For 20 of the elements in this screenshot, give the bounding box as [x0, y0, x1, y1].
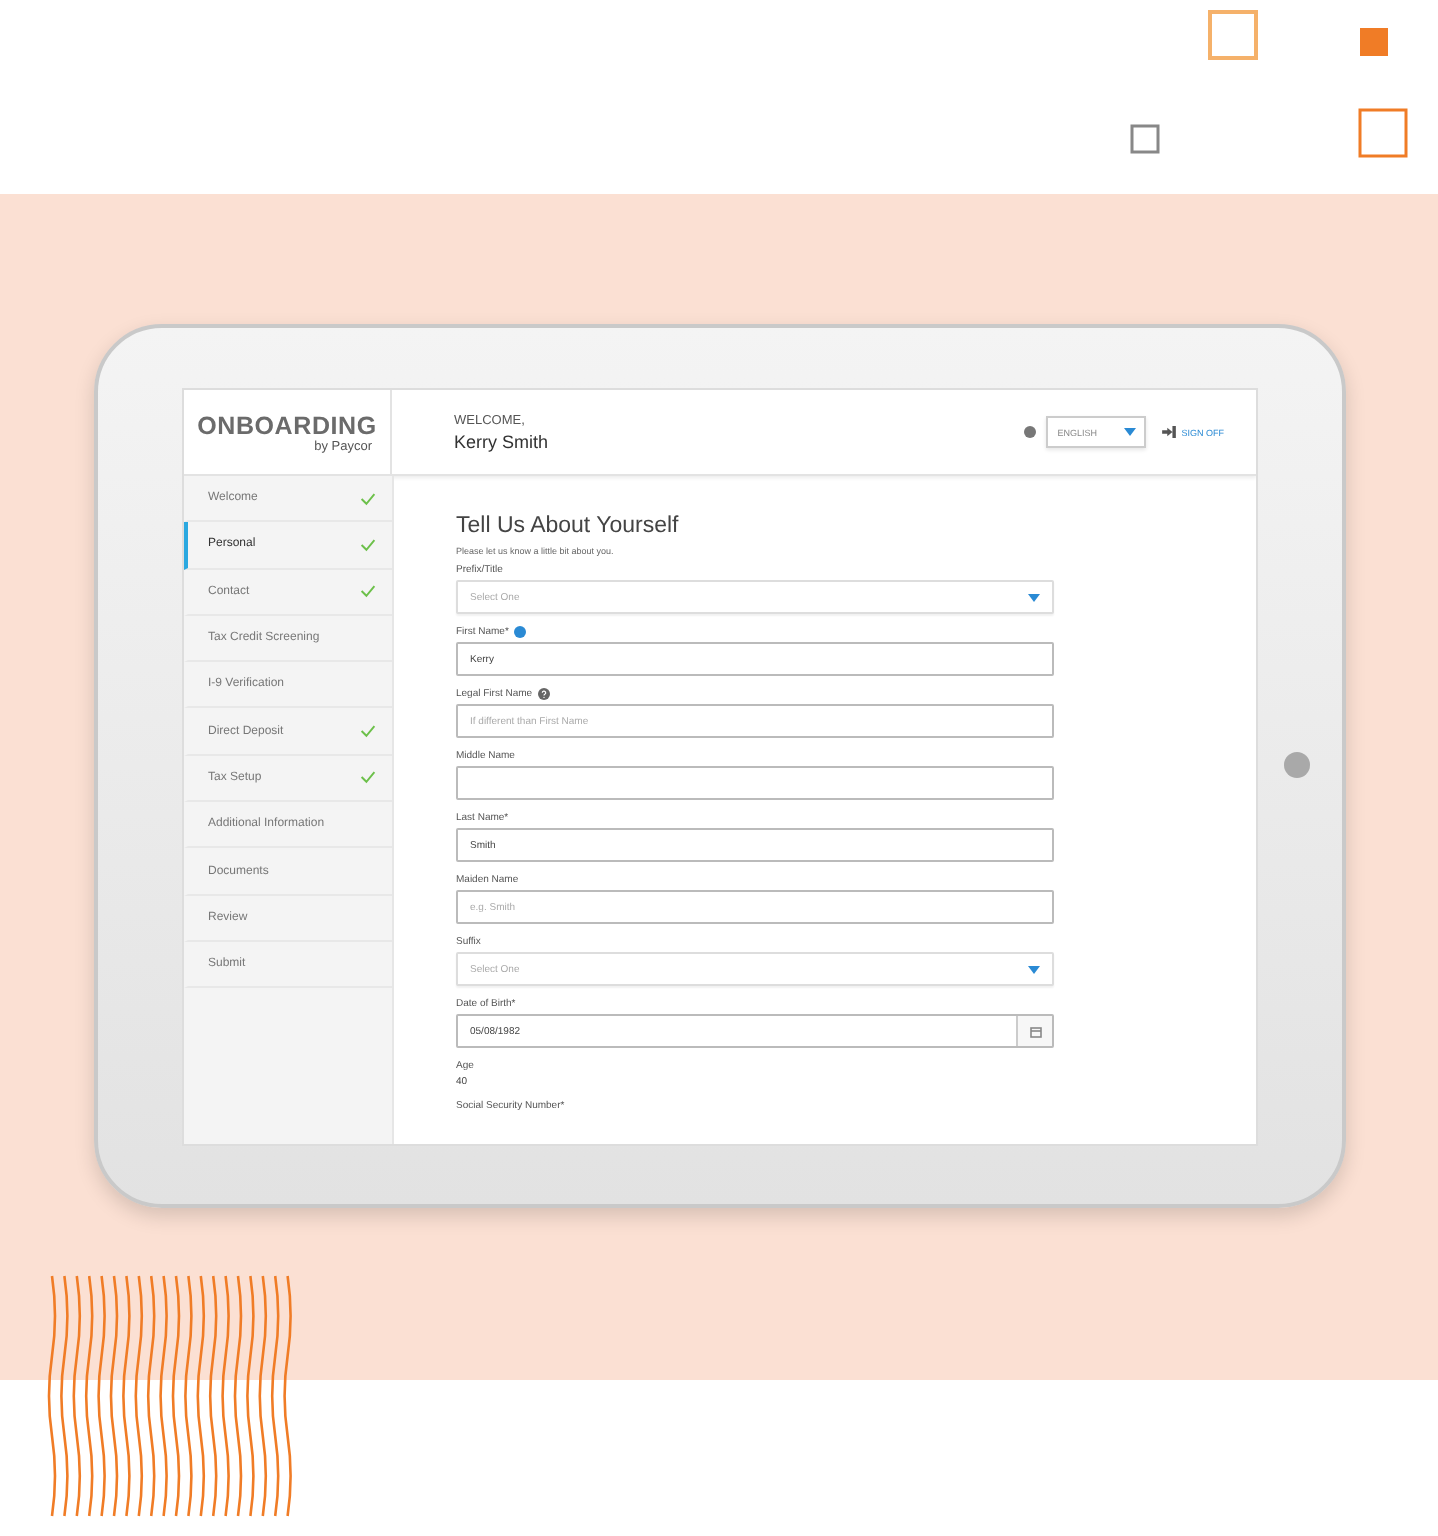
square-decoration — [1360, 28, 1388, 56]
form-title: Tell Us About Yourself — [456, 514, 681, 538]
square-decoration — [1358, 108, 1408, 158]
user-name: Kerry Smith — [454, 431, 551, 451]
check-icon — [360, 537, 376, 552]
square-decoration — [1208, 10, 1258, 60]
input-field[interactable] — [456, 766, 1054, 800]
square-decoration — [1130, 124, 1160, 154]
check-icon — [360, 770, 376, 785]
check-icon — [360, 491, 376, 506]
sign-out-icon — [1161, 426, 1176, 438]
check-icon — [360, 724, 376, 739]
caret-icon — [1123, 428, 1136, 436]
caret-icon — [1028, 593, 1040, 601]
calendar-icon[interactable] — [1029, 1025, 1041, 1037]
info-icon[interactable] — [514, 626, 527, 638]
logo-text: ONBOARDING — [197, 411, 377, 439]
caret-icon — [1028, 965, 1040, 973]
help-icon[interactable] — [538, 688, 551, 700]
check-icon — [360, 584, 376, 599]
